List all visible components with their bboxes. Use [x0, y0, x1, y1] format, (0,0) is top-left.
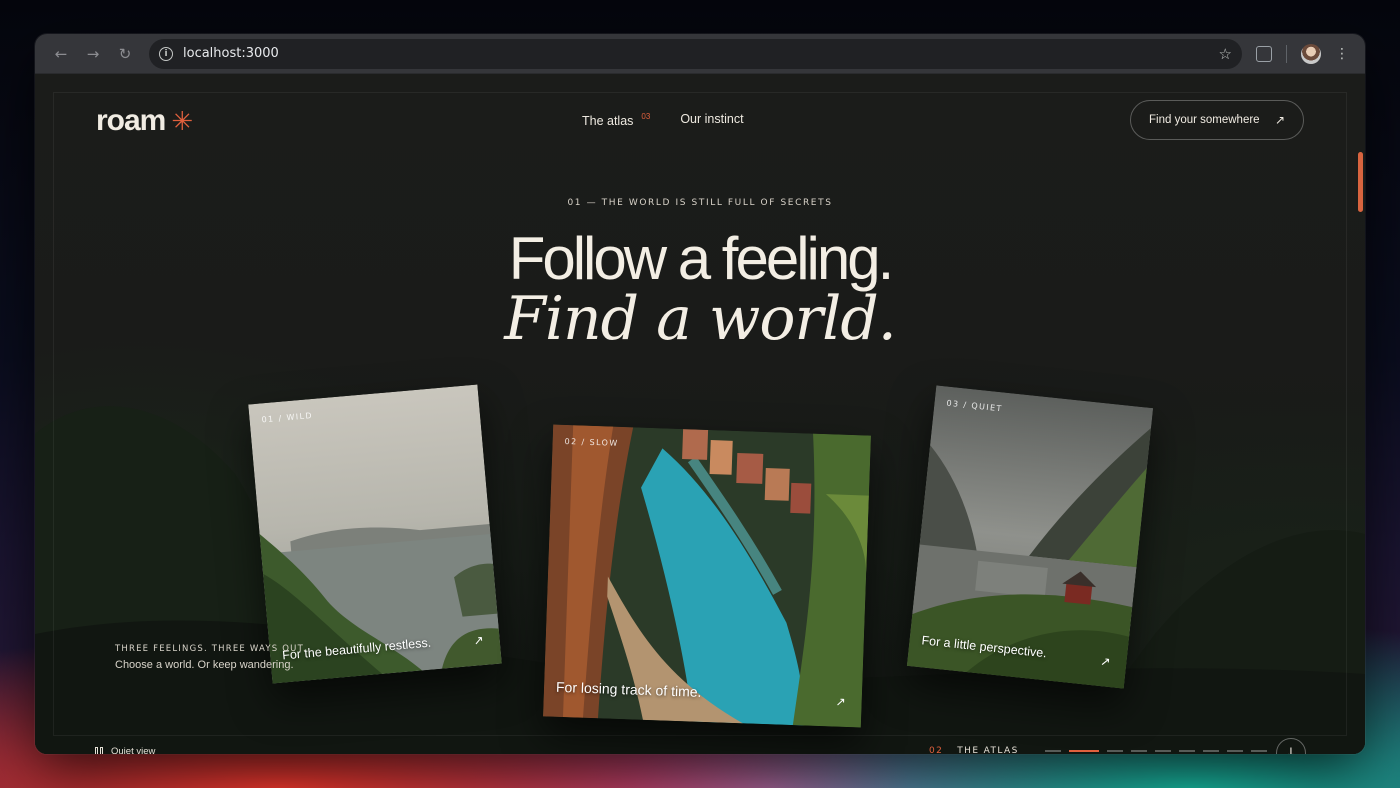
- progress-dash[interactable]: [1044, 750, 1061, 752]
- section-label: THE ATLAS: [957, 746, 1019, 754]
- reload-button[interactable]: ↻: [109, 38, 141, 70]
- top-navigation: The atlas 03 Our instinct: [582, 112, 744, 128]
- progress-dash[interactable]: [1154, 750, 1171, 752]
- quiet-view-label: Quiet view: [111, 746, 156, 754]
- site-info-icon[interactable]: i: [159, 46, 173, 61]
- hero-eyebrow: 01 — THE WORLD IS STILL FULL OF SECRETS: [567, 198, 833, 208]
- section-number: 02: [929, 746, 944, 754]
- extensions-icon[interactable]: [1256, 45, 1272, 62]
- hero-headline: Follow a feeling.: [508, 225, 895, 292]
- address-bar[interactable]: i localhost:3000 ☆: [149, 38, 1242, 69]
- side-copy: THREE FEELINGS. THREE WAYS OUT. Choose a…: [115, 644, 307, 671]
- page-viewport: roam ✳ The atlas 03 Our instinct Find your…: [35, 74, 1365, 754]
- quiet-view-toggle[interactable]: Quiet view: [95, 746, 155, 754]
- progress-dash-active[interactable]: [1068, 750, 1099, 752]
- side-kicker: THREE FEELINGS. THREE WAYS OUT.: [115, 644, 307, 654]
- nav-item-the-atlas[interactable]: The atlas 03: [582, 112, 650, 128]
- coastal-cliffs-image: [248, 384, 502, 684]
- card-tag: 02 / SLOW: [564, 436, 619, 448]
- arrow-down-icon: ↓: [1285, 745, 1297, 755]
- logo-wordmark: roam: [96, 104, 166, 137]
- arrow-up-right-icon: ↗: [835, 694, 846, 709]
- progress-dash[interactable]: [1202, 750, 1219, 752]
- side-line: Choose a world. Or keep wandering.: [115, 659, 294, 671]
- browser-toolbar: ← → ↻ i localhost:3000 ☆ ⋮: [35, 34, 1365, 74]
- nav-item-label: The atlas: [582, 114, 634, 128]
- hero-subheadline: Find a world.: [504, 284, 897, 354]
- cta-label: Find your somewhere: [1149, 114, 1260, 126]
- asterisk-icon: ✳: [171, 106, 193, 136]
- destination-card-slow[interactable]: 02 / SLOW For losing track of time. ↗: [543, 424, 871, 728]
- progress-dashes: [1044, 750, 1267, 752]
- pause-icon: [95, 747, 103, 754]
- profile-avatar[interactable]: [1301, 43, 1321, 64]
- destination-card-wild[interactable]: 01 / WILD For the beautifully restless. …: [248, 384, 502, 684]
- progress-dash[interactable]: [1250, 750, 1267, 752]
- find-your-somewhere-button[interactable]: Find your somewhere ↗: [1130, 100, 1304, 140]
- url-text[interactable]: localhost:3000: [183, 46, 1219, 61]
- toolbar-divider: [1286, 44, 1287, 63]
- brand-logo[interactable]: roam ✳: [96, 104, 193, 138]
- browser-window: ← → ↻ i localhost:3000 ☆ ⋮ roam ✳ The atl…: [35, 34, 1365, 754]
- back-button[interactable]: ←: [45, 38, 77, 70]
- progress-dash[interactable]: [1130, 750, 1147, 752]
- section-progress: 02 THE ATLAS: [929, 746, 1267, 754]
- progress-dash[interactable]: [1178, 750, 1195, 752]
- forward-button[interactable]: →: [77, 38, 109, 70]
- progress-dash[interactable]: [1226, 750, 1243, 752]
- destination-card-quiet[interactable]: 03 / QUIET For a little perspective. ↗: [906, 385, 1154, 689]
- menu-kebab-icon[interactable]: ⋮: [1335, 46, 1349, 62]
- arrow-up-right-icon: ↗: [1274, 113, 1285, 127]
- bookmark-star-icon[interactable]: ☆: [1219, 45, 1232, 63]
- arrow-up-right-icon: ↗: [1099, 654, 1112, 670]
- progress-dash[interactable]: [1106, 750, 1123, 752]
- nav-item-badge: 03: [641, 112, 651, 121]
- arrow-up-right-icon: ↗: [473, 632, 485, 648]
- nav-item-our-instinct[interactable]: Our instinct: [680, 112, 743, 128]
